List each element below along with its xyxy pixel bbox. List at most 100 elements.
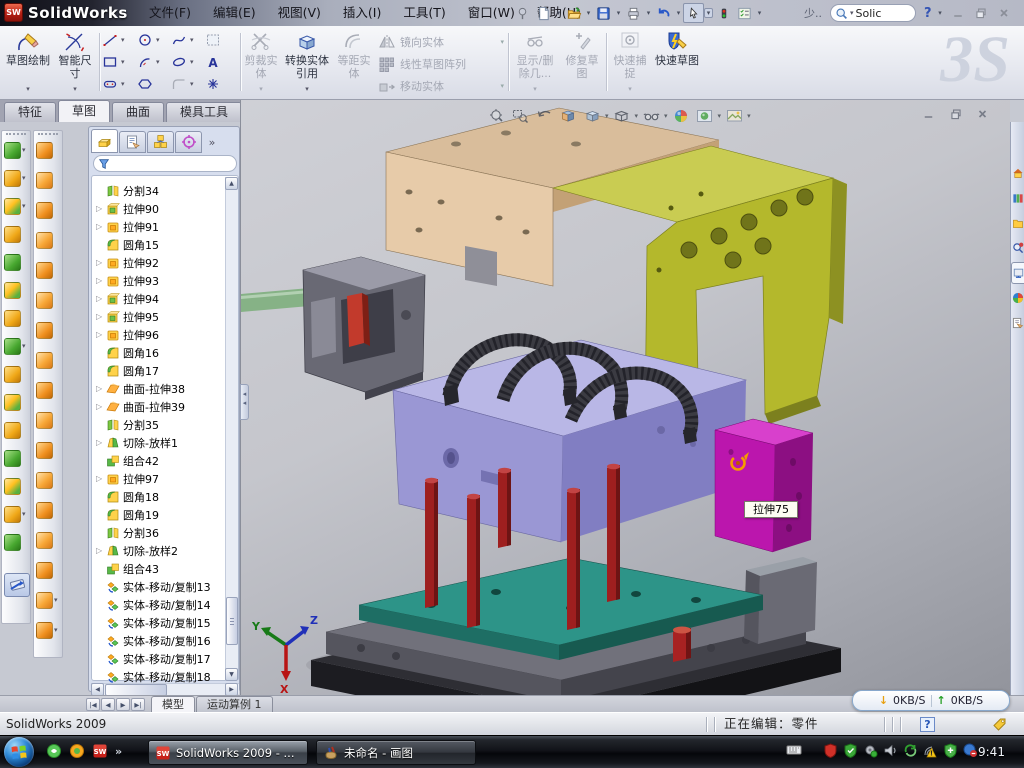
text-tool[interactable]: A bbox=[205, 52, 221, 72]
command-tab-模具工具[interactable]: 模具工具 bbox=[166, 102, 242, 122]
zoom-to-fit-icon[interactable] bbox=[485, 106, 507, 126]
toolbar-button[interactable] bbox=[4, 251, 30, 273]
sketch-button[interactable]: 草图绘制 ▾ bbox=[4, 29, 52, 95]
command-tab-草图[interactable]: 草图 bbox=[58, 100, 110, 122]
toolbar-button[interactable]: ▾ bbox=[36, 619, 62, 641]
dropdown-icon[interactable]: ▾ bbox=[718, 112, 722, 120]
toolbar-button[interactable] bbox=[4, 531, 30, 553]
arc-tool[interactable]: ▾ bbox=[137, 52, 162, 72]
spline-tool[interactable]: ▾ bbox=[171, 30, 196, 50]
help-dropdown-icon[interactable]: ▾ bbox=[936, 9, 945, 17]
model-tab-运动算例 1[interactable]: 运动算例 1 bbox=[196, 696, 273, 712]
trim-entities-button[interactable]: 剪裁实体 ▾ bbox=[243, 29, 279, 95]
tree-item-曲面-拉伸39[interactable]: ▷曲面-拉伸39 bbox=[96, 398, 238, 415]
toolbar-button[interactable]: ▾ bbox=[4, 195, 30, 217]
expand-icon[interactable]: ▷ bbox=[96, 438, 106, 447]
mirror-entities-button[interactable]: 镜向实体▾ bbox=[378, 32, 504, 52]
search-scope-dropdown-icon[interactable]: ▾ bbox=[848, 9, 856, 17]
tree-item-实体-移动/复制13[interactable]: 实体-移动/复制13 bbox=[96, 578, 238, 595]
shield-plus-icon[interactable] bbox=[942, 742, 958, 758]
shield-green-icon[interactable] bbox=[842, 742, 858, 758]
tree-filter-box[interactable] bbox=[93, 155, 237, 172]
status-help-button[interactable]: ? bbox=[920, 717, 935, 732]
expand-icon[interactable]: ▷ bbox=[96, 330, 106, 339]
toolbar-button[interactable] bbox=[4, 447, 30, 469]
toolbar-button[interactable] bbox=[36, 139, 62, 161]
rectangle-tool[interactable]: ▾ bbox=[102, 52, 127, 72]
toolbar-button[interactable]: ▾ bbox=[36, 589, 62, 611]
tree-item-圆角17[interactable]: 圆角17 bbox=[96, 362, 238, 379]
taskbar-button-SolidWorks 2009 - ...[interactable]: SWSolidWorks 2009 - ... bbox=[148, 740, 308, 765]
tree-item-圆角18[interactable]: 圆角18 bbox=[96, 488, 238, 505]
move-entities-button[interactable]: 移动实体▾ bbox=[378, 76, 504, 96]
tree-item-拉伸91[interactable]: ▷拉伸91 bbox=[96, 218, 238, 235]
manager-tab-dimxpert-manager[interactable] bbox=[175, 131, 202, 153]
dropdown-icon[interactable]: ▾ bbox=[22, 146, 26, 154]
print-icon[interactable] bbox=[623, 3, 644, 23]
tree-item-曲面-拉伸38[interactable]: ▷曲面-拉伸38 bbox=[96, 380, 238, 397]
options-list-icon[interactable] bbox=[734, 3, 755, 23]
tree-item-分割34[interactable]: 分割34 bbox=[96, 182, 238, 199]
solidworks-icon[interactable]: SW bbox=[92, 743, 108, 759]
repair-sketch-button[interactable]: 修复草图 bbox=[562, 29, 602, 95]
toolbar-button[interactable] bbox=[36, 529, 62, 551]
keyboard-icon[interactable] bbox=[786, 742, 802, 758]
launcher-icon[interactable] bbox=[69, 743, 85, 759]
quick-launch-overflow-icon[interactable]: » bbox=[115, 745, 122, 758]
scroll-up-button[interactable]: ▲ bbox=[225, 177, 238, 190]
tree-item-组合42[interactable]: 组合42 bbox=[96, 452, 238, 469]
selection-filter-icon[interactable] bbox=[713, 3, 734, 23]
point-tool[interactable] bbox=[205, 74, 221, 94]
taskbar-button-未命名 - 画图[interactable]: 未命名 - 画图 bbox=[316, 740, 476, 765]
display-style-icon[interactable] bbox=[611, 106, 633, 126]
search-box[interactable]: ▾ bbox=[830, 4, 916, 22]
shield-red-icon[interactable] bbox=[822, 742, 838, 758]
toolbar-button[interactable] bbox=[4, 223, 30, 245]
previous-view-icon[interactable] bbox=[533, 106, 555, 126]
toolbar-button[interactable] bbox=[4, 279, 30, 301]
toolbar-button[interactable] bbox=[4, 391, 30, 413]
offset-entities-button[interactable]: 等距实体 bbox=[335, 29, 373, 95]
dropdown-icon[interactable]: ▾ bbox=[584, 9, 593, 17]
new-document-icon[interactable] bbox=[533, 3, 554, 23]
task-pane-tab-custom-properties[interactable] bbox=[1011, 312, 1024, 334]
tree-item-拉伸90[interactable]: ▷拉伸90 bbox=[96, 200, 238, 217]
tree-item-圆角16[interactable]: 圆角16 bbox=[96, 344, 238, 361]
section-view-icon[interactable] bbox=[557, 106, 579, 126]
dropdown-icon[interactable]: ▾ bbox=[554, 9, 563, 17]
dropdown-icon[interactable]: ▾ bbox=[704, 8, 713, 18]
toolbar-button[interactable] bbox=[36, 349, 62, 371]
toolbar-button[interactable] bbox=[36, 319, 62, 341]
hide-show-items-icon[interactable] bbox=[640, 106, 662, 126]
task-pane-tab-file-explorer[interactable] bbox=[1011, 212, 1024, 234]
linear-sketch-pattern-button[interactable]: 线性草图阵列 bbox=[378, 54, 504, 74]
graphics-viewport[interactable]: Y Z X ▾▾▾▾▾ 拉伸75 bbox=[240, 100, 1010, 695]
gear-icon[interactable] bbox=[862, 742, 878, 758]
tree-item-分割36[interactable]: 分割36 bbox=[96, 524, 238, 541]
status-blue-icon[interactable] bbox=[962, 742, 978, 758]
edit-appearance-icon[interactable] bbox=[670, 106, 692, 126]
toolbar-button[interactable]: ▾ bbox=[4, 167, 30, 189]
polygon-tool[interactable] bbox=[137, 74, 153, 94]
toolbar-button[interactable] bbox=[36, 199, 62, 221]
dropdown-icon[interactable]: ▾ bbox=[54, 596, 58, 604]
dropdown-icon[interactable]: ▾ bbox=[4, 83, 52, 96]
tree-item-拉伸92[interactable]: ▷拉伸92 bbox=[96, 254, 238, 271]
dropdown-icon[interactable]: ▾ bbox=[674, 9, 683, 17]
quick-snaps-button[interactable]: 快速捕捉 ▾ bbox=[610, 29, 650, 95]
slot-tool[interactable]: ▾ bbox=[102, 74, 127, 94]
toolbar-button[interactable] bbox=[36, 409, 62, 431]
toolbar-button[interactable] bbox=[36, 379, 62, 401]
task-pane-tab-view-palette[interactable] bbox=[1011, 262, 1024, 284]
network-warning-icon[interactable]: ! bbox=[922, 742, 938, 758]
display-delete-relations-button[interactable]: 显示/删除几... ▾ bbox=[512, 29, 558, 95]
task-pane-tab-design-library[interactable] bbox=[1011, 187, 1024, 209]
command-tab-特征[interactable]: 特征 bbox=[4, 102, 56, 122]
tab-nav-button-3[interactable]: ▶ bbox=[116, 698, 130, 711]
pin-icon[interactable] bbox=[512, 3, 533, 23]
command-tab-曲面[interactable]: 曲面 bbox=[112, 102, 164, 122]
dropdown-icon[interactable]: ▾ bbox=[54, 626, 58, 634]
tag-icon[interactable] bbox=[992, 717, 1007, 732]
zoom-to-area-icon[interactable] bbox=[509, 106, 531, 126]
model-tab-模型[interactable]: 模型 bbox=[151, 696, 195, 712]
